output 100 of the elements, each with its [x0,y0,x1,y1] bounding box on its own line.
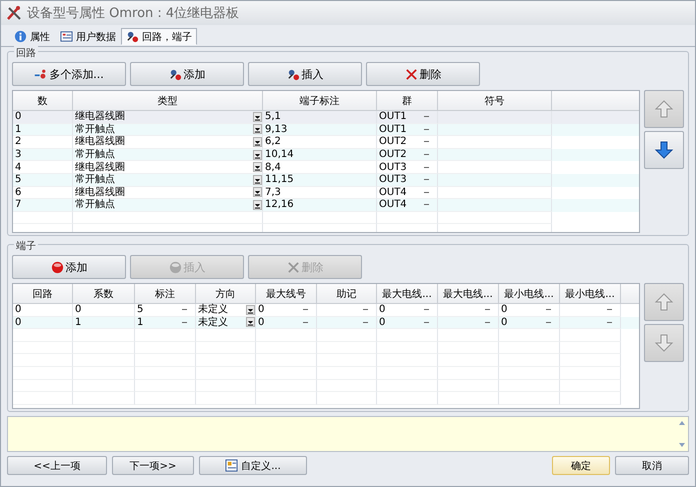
table-row[interactable]: 5 常开触点 11,15 OUT3 [13,174,639,187]
empty-cell [560,342,621,354]
dash-icon[interactable] [546,309,551,310]
dash-icon[interactable] [546,322,551,323]
empty-cell [317,354,377,367]
table-cell: 9,13 [265,124,288,135]
column-header[interactable]: 助记 [317,284,377,303]
empty-cell [256,366,317,380]
dash-icon[interactable] [424,309,429,310]
table-cell: OUT3 [379,162,407,173]
empty-cell [135,354,196,367]
dash-icon[interactable] [303,309,308,310]
column-header[interactable]: 最大电线... [438,284,499,303]
column-header[interactable]: 系数 [73,284,135,303]
table-cell: 继电器线圈 [75,186,125,198]
column-header[interactable]: 最小电线... [499,284,560,303]
table-cell: 常开触点 [75,124,115,135]
column-header[interactable]: 符号 [438,91,552,110]
empty-cell [13,380,73,392]
empty-cell [13,212,73,224]
column-header[interactable]: 端子标注 [263,91,377,110]
table-cell: 7 [15,199,22,210]
dash-icon[interactable] [485,309,490,310]
empty-cell [73,380,135,392]
empty-cell [256,329,317,342]
toolbar-button[interactable]: 添加 [12,255,126,279]
dash-icon[interactable] [424,128,429,130]
column-header[interactable]: 群 [377,91,438,110]
dash-icon[interactable] [607,309,612,310]
toolbar-button[interactable]: 多个添加... [12,62,126,86]
table-cell: 0 [15,316,22,328]
empty-cell [13,366,73,380]
column-header[interactable]: 方向 [196,284,256,303]
column-header[interactable]: 最大线号 [256,284,317,303]
delete-icon [404,68,418,80]
notes-field[interactable] [7,416,689,452]
empty-cell [317,329,377,342]
footer-button[interactable]: <<上一项 [7,456,107,475]
table-cell: 0 [15,304,22,316]
dash-icon[interactable] [424,141,429,142]
dash-icon[interactable] [182,309,187,310]
footer-button[interactable]: 自定义... [199,456,307,475]
table-cell: 未定义 [198,316,228,328]
dash-icon[interactable] [424,204,429,206]
table-row[interactable]: 3 常开触点 10,14 OUT2 [13,148,639,162]
column-header[interactable]: 回路 [13,284,73,303]
footer-button[interactable]: 取消 [615,456,689,475]
footer-button[interactable]: 下一项>> [112,456,194,475]
group-title: 回路 [14,46,38,60]
table-cell: 常开触点 [75,199,115,210]
column-header[interactable]: 最小电线... [560,284,621,303]
multi-add-icon [34,68,48,80]
table-cell: 12,16 [265,199,294,210]
dash-icon[interactable] [424,179,429,180]
footer-button[interactable]: 确定 [552,456,610,475]
dash-icon[interactable] [607,322,612,323]
table-row[interactable]: 0 1 1 未定义 0 0 0 [13,316,639,330]
info-icon [14,30,27,43]
dash-icon[interactable] [182,322,187,323]
dash-icon[interactable] [424,154,429,156]
table-row[interactable]: 0 继电器线圈 5,1 OUT1 [13,111,639,124]
column-header[interactable]: 最大电线... [377,284,438,303]
table-cell: 5,1 [265,111,281,122]
empty-cell [135,342,196,354]
empty-cell [377,380,438,392]
empty-cell [135,380,196,392]
table-row[interactable]: 7 常开触点 12,16 OUT4 [13,199,639,212]
column-header[interactable]: 数 [13,91,73,110]
empty-cell [317,380,377,392]
dash-icon[interactable] [424,166,429,168]
dash-icon[interactable] [424,322,429,323]
empty-cell [438,329,499,342]
empty-cell [73,329,135,342]
table-cell: 继电器线圈 [75,162,125,173]
empty-cell [560,329,621,342]
move-down-button[interactable] [644,131,684,169]
column-header[interactable]: 类型 [73,91,263,110]
tab[interactable]: 属性 [9,28,55,45]
table-cell: 0 [75,304,82,316]
empty-cell [560,354,621,367]
empty-cell [13,354,73,367]
toolbar-button[interactable]: 插入 [248,62,362,86]
dash-icon[interactable] [485,322,490,323]
dash-icon[interactable] [363,322,368,323]
scrollbar[interactable] [678,419,686,449]
table-cell: 1 [15,124,22,135]
delete-icon [286,260,300,274]
dash-icon[interactable] [424,192,429,193]
table-cell: 1 [75,316,82,328]
dash-icon[interactable] [424,116,429,118]
column-header[interactable]: 标注 [135,284,196,303]
tab[interactable]: 回路，端子 [121,28,197,45]
toolbar-button[interactable]: 删除 [366,62,480,86]
dash-icon[interactable] [363,309,368,310]
tab[interactable]: 用户数据 [55,28,121,45]
dash-icon[interactable] [303,322,308,323]
empty-cell [377,329,438,342]
empty-cell [560,380,621,392]
table-row[interactable]: 1 常开触点 9,13 OUT1 [13,124,639,136]
toolbar-button[interactable]: 添加 [130,62,244,86]
